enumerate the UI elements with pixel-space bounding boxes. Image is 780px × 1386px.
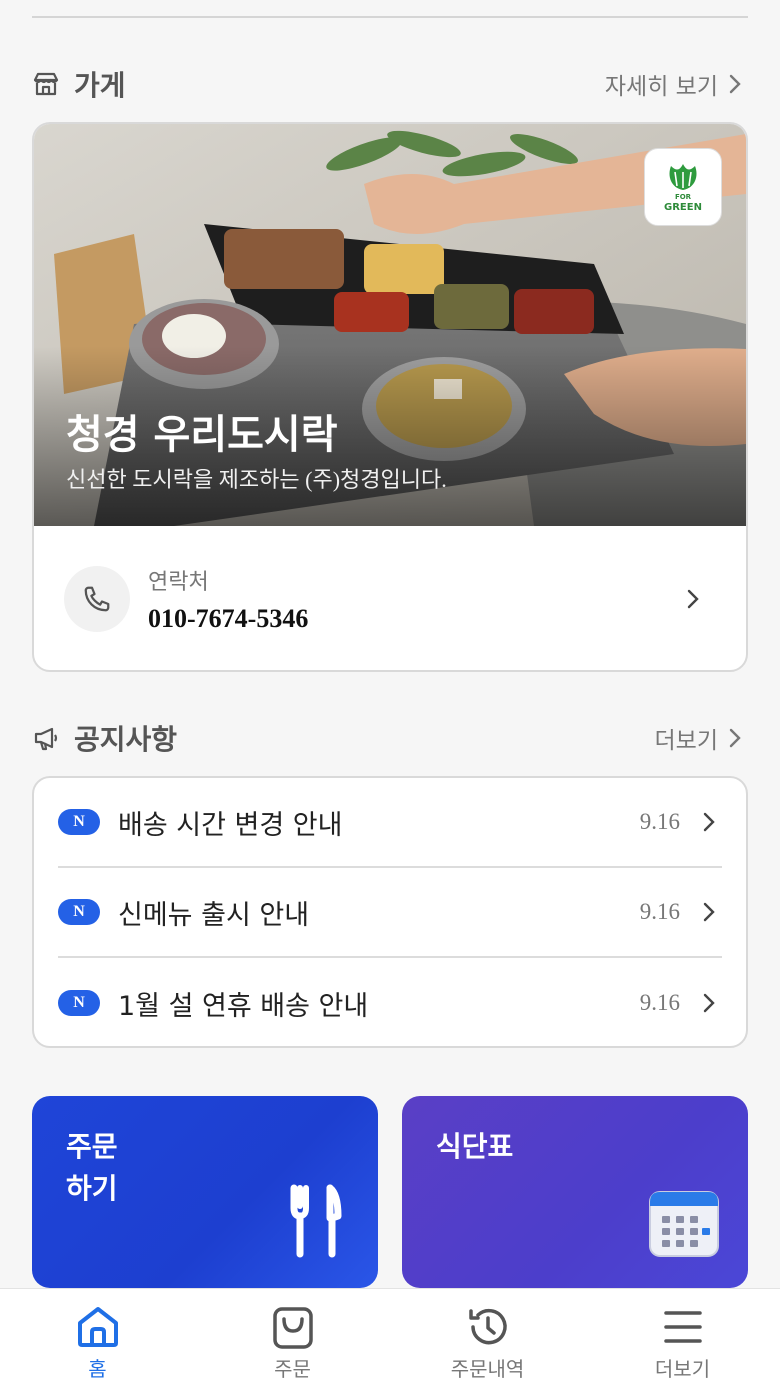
nav-item-order-history[interactable]: 주문내역 (390, 1289, 585, 1386)
contact-row[interactable]: 연락처 010-7674-5346 (34, 526, 746, 670)
notice-item[interactable]: N 신메뉴 출시 안내 9.16 (58, 868, 722, 958)
new-badge: N (58, 809, 100, 835)
phone-icon (64, 566, 130, 632)
store-detail-link[interactable]: 자세히 보기 (605, 67, 748, 101)
notice-section-header: 공지사항 더보기 (32, 718, 748, 758)
logo-text-top: FOR (674, 192, 692, 201)
nav-item-order[interactable]: 주문 (195, 1289, 390, 1386)
nav-item-more[interactable]: 더보기 (585, 1289, 780, 1386)
contact-label: 연락처 (148, 570, 209, 595)
leaf-logo-icon (669, 163, 697, 190)
top-divider (32, 16, 748, 18)
notice-item[interactable]: N 배송 시간 변경 안내 9.16 (58, 778, 722, 868)
notice-date: 9.16 (639, 990, 680, 1015)
new-badge: N (58, 990, 100, 1016)
order-tile-label: 주문 하기 (66, 1130, 118, 1205)
notice-title: 신메뉴 출시 안내 (118, 899, 310, 931)
store-section-title: 가게 (74, 69, 126, 102)
meal-plan-tile-label: 식단표 (436, 1130, 514, 1163)
store-section-header: 가게 자세히 보기 (32, 64, 748, 104)
logo-text-main: GREEN (664, 201, 702, 213)
nav-label-more: 더보기 (654, 1357, 711, 1381)
chevron-right-icon (728, 728, 748, 748)
store-hero-image: FOR GREEN 청경 우리도시락 신선한 도시락을 제조하는 (주)청경입니… (34, 124, 746, 526)
bottom-nav: 홈 주문 주문내역 더보기 (0, 1288, 780, 1386)
contact-number: 010-7674-5346 (148, 604, 309, 633)
shopping-bag-icon (269, 1303, 317, 1351)
home-icon (74, 1303, 122, 1351)
notice-date: 9.16 (639, 809, 680, 834)
chevron-right-icon (702, 900, 722, 924)
cutlery-icon (290, 1184, 342, 1258)
contact-info: 연락처 010-7674-5346 (148, 564, 308, 634)
chevron-right-icon (702, 810, 722, 834)
notice-item[interactable]: N 1월 설 연휴 배송 안내 9.16 (58, 958, 722, 1048)
store-description: 신선한 도시락을 제조하는 (주)청경입니다. (66, 467, 447, 492)
store-icon (32, 70, 60, 98)
nav-label-home: 홈 (88, 1357, 107, 1381)
store-card[interactable]: FOR GREEN 청경 우리도시락 신선한 도시락을 제조하는 (주)청경입니… (32, 122, 748, 672)
nav-label-order-history: 주문내역 (450, 1357, 525, 1381)
notice-more-link[interactable]: 더보기 (655, 721, 748, 755)
chevron-right-icon (728, 74, 748, 94)
meal-plan-tile[interactable]: 식단표 (402, 1096, 748, 1288)
chevron-right-icon (702, 991, 722, 1015)
nav-item-home[interactable]: 홈 (0, 1289, 195, 1386)
notice-title: 1월 설 연휴 배송 안내 (118, 990, 369, 1022)
notice-title: 배송 시간 변경 안내 (118, 809, 343, 841)
store-name: 청경 우리도시락 (66, 412, 338, 458)
nav-label-order: 주문 (274, 1357, 311, 1381)
notice-section-title: 공지사항 (74, 723, 178, 756)
notice-more-label: 더보기 (654, 728, 718, 754)
chevron-right-icon (686, 587, 706, 611)
calendar-icon (649, 1191, 719, 1257)
history-icon (464, 1303, 512, 1351)
megaphone-icon (32, 724, 60, 752)
order-tile[interactable]: 주문 하기 (32, 1096, 378, 1288)
new-badge: N (58, 899, 100, 925)
for-green-logo: FOR GREEN (644, 148, 722, 226)
notice-date: 9.16 (639, 899, 680, 924)
menu-icon (659, 1303, 707, 1351)
notice-list: N 배송 시간 변경 안내 9.16 N 신메뉴 출시 안내 9.16 N 1월… (32, 776, 748, 1048)
store-detail-label: 자세히 보기 (604, 74, 718, 100)
